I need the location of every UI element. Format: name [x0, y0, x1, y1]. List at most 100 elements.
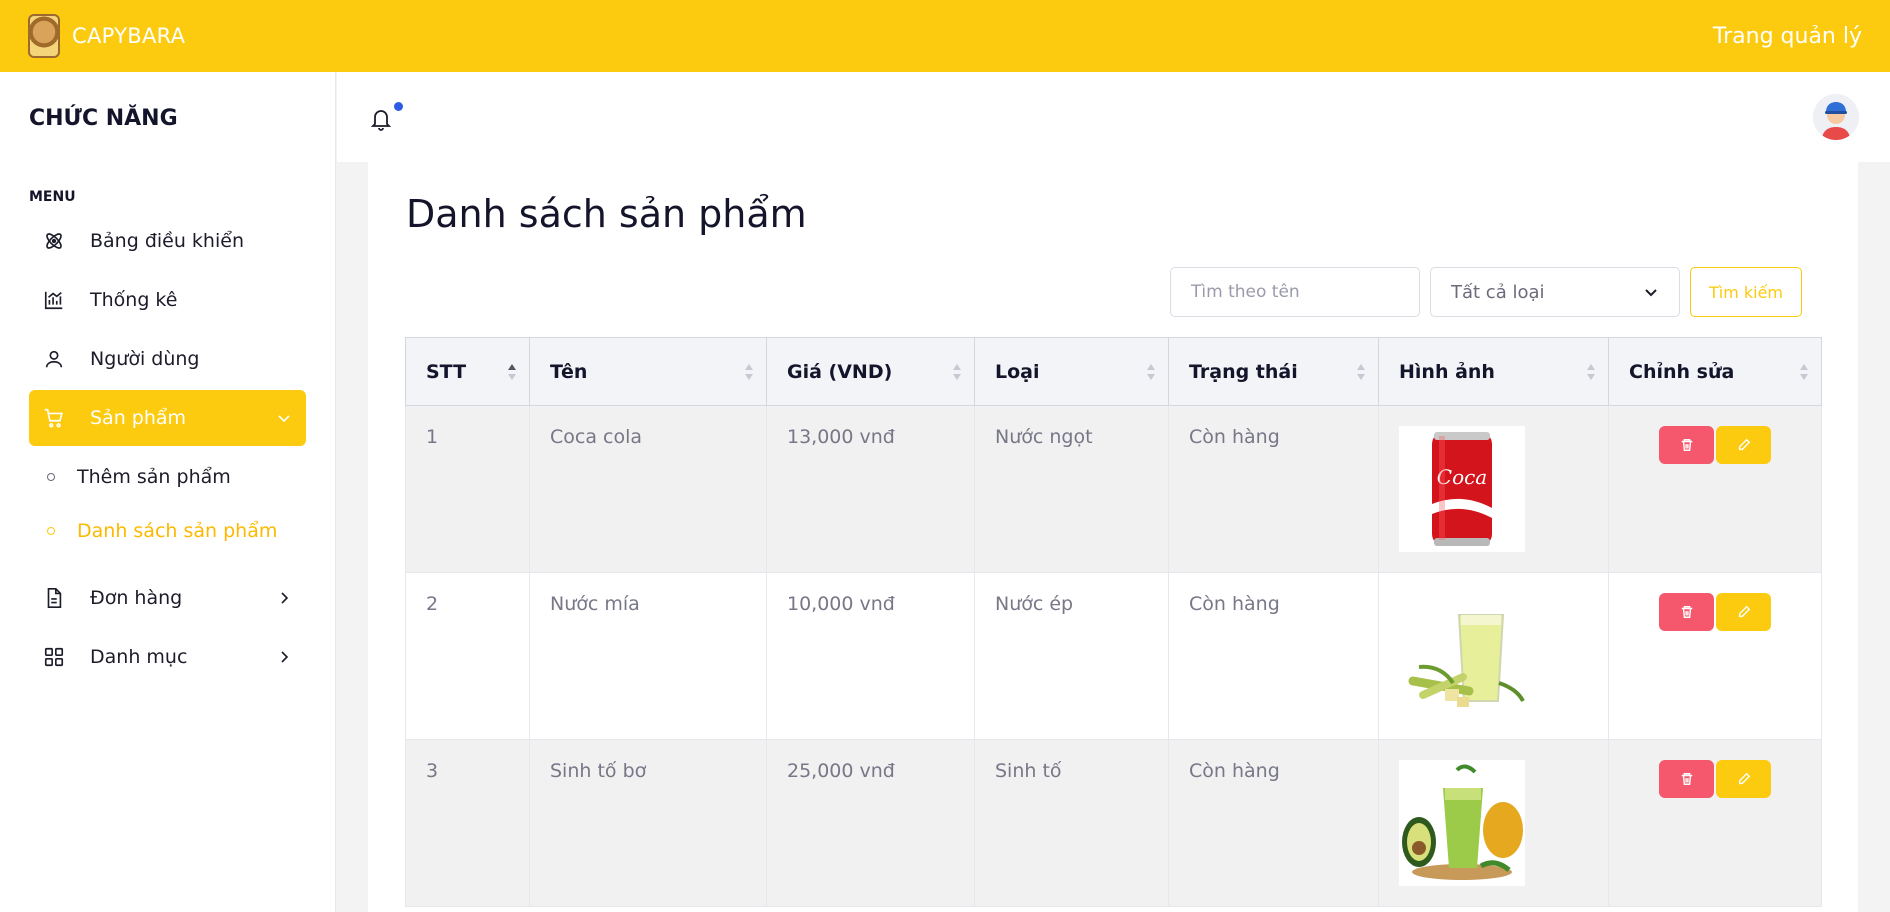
sort-icon — [1147, 364, 1155, 380]
menu-label: MENU — [29, 189, 76, 205]
top-bar: CAPYBARA Trang quản lý — [0, 0, 1890, 72]
product-table: STT Tên Giá (VND) Loại Trạng thái Hình ả… — [405, 337, 1822, 907]
column-header-type[interactable]: Loại — [974, 337, 1169, 406]
column-header-label: Giá (VND) — [787, 360, 893, 383]
pencil-icon — [1738, 438, 1750, 451]
column-header-label: STT — [426, 360, 467, 383]
sidebar-item-categories[interactable]: Danh mục — [29, 629, 306, 685]
column-header-name[interactable]: Tên — [529, 337, 767, 406]
sidebar: CHỨC NĂNG MENU Bảng điều khiển Thống kê … — [0, 72, 336, 912]
bell-icon[interactable] — [369, 106, 393, 132]
cell-type: Nước ép — [974, 572, 1169, 740]
column-header-label: Tên — [550, 360, 588, 383]
sidebar-menu: Bảng điều khiển Thống kê Người dùng Sản … — [29, 213, 306, 685]
sort-icon — [1357, 364, 1365, 380]
column-header-edit[interactable]: Chỉnh sửa — [1608, 337, 1822, 406]
cell-price: 25,000 vnđ — [766, 739, 975, 907]
cell-image — [1378, 572, 1609, 740]
sidebar-item-dashboard[interactable]: Bảng điều khiển — [29, 213, 306, 269]
cell-price: 10,000 vnđ — [766, 572, 975, 740]
cart-icon — [43, 407, 65, 429]
submenu-item-label: Thêm sản phẩm — [77, 466, 231, 488]
sidebar-item-label: Bảng điều khiển — [90, 230, 244, 252]
table-row: 2 Nước mía 10,000 vnđ Nước ép Còn hàng — [405, 572, 1822, 740]
sort-icon — [745, 364, 753, 380]
column-header-status[interactable]: Trạng thái — [1168, 337, 1379, 406]
brand-name: CAPYBARA — [72, 24, 186, 48]
notification-dot — [394, 102, 403, 111]
cell-actions — [1608, 739, 1822, 907]
sidebar-item-label: Đơn hàng — [90, 587, 183, 609]
page-title: Danh sách sản phẩm — [406, 192, 807, 236]
cell-actions — [1608, 405, 1822, 573]
sort-icon — [953, 364, 961, 380]
chevron-down-icon — [1645, 289, 1657, 297]
cell-image: Coca — [1378, 405, 1609, 573]
sidebar-item-label: Người dùng — [90, 348, 200, 370]
admin-page-title: Trang quản lý — [1712, 23, 1862, 49]
cell-actions — [1608, 572, 1822, 740]
cell-status: Còn hàng — [1168, 739, 1379, 907]
column-header-label: Loại — [995, 360, 1040, 383]
search-button[interactable]: Tìm kiếm — [1690, 267, 1802, 317]
product-image-avocado-smoothie — [1399, 760, 1525, 886]
products-submenu: Thêm sản phẩm Danh sách sản phẩm — [29, 450, 306, 558]
pencil-icon — [1738, 605, 1750, 618]
table-row: 1 Coca cola 13,000 vnđ Nước ngọt Còn hàn… — [405, 405, 1822, 573]
table-row: 3 Sinh tố bơ 25,000 vnđ Sinh tố Còn hàng — [405, 739, 1822, 907]
sidebar-item-products[interactable]: Sản phẩm — [29, 390, 306, 446]
sort-icon — [508, 364, 516, 380]
column-header-image[interactable]: Hình ảnh — [1378, 337, 1609, 406]
cell-stt: 2 — [405, 572, 530, 740]
sidebar-item-label: Danh mục — [90, 646, 188, 668]
chevron-right-icon — [281, 592, 289, 604]
cell-type: Nước ngọt — [974, 405, 1169, 573]
cell-image — [1378, 739, 1609, 907]
sidebar-heading: CHỨC NĂNG — [29, 106, 178, 131]
chevron-down-icon — [278, 415, 290, 423]
grid-icon — [43, 646, 65, 668]
trash-icon — [1681, 606, 1692, 618]
category-select-value: Tất cả loại — [1451, 281, 1545, 303]
product-image-coca-cola: Coca — [1399, 426, 1525, 552]
category-select[interactable]: Tất cả loại — [1430, 267, 1680, 317]
submenu-item-product-list[interactable]: Danh sách sản phẩm — [47, 504, 306, 558]
document-icon — [43, 587, 65, 609]
sidebar-item-orders[interactable]: Đơn hàng — [29, 570, 306, 626]
brand[interactable]: CAPYBARA — [28, 14, 185, 58]
column-header-price[interactable]: Giá (VND) — [766, 337, 975, 406]
content-header — [337, 72, 1890, 162]
cell-price: 13,000 vnđ — [766, 405, 975, 573]
submenu-item-add-product[interactable]: Thêm sản phẩm — [47, 450, 306, 504]
cell-stt: 1 — [405, 405, 530, 573]
cell-stt: 3 — [405, 739, 530, 907]
product-list-card: Danh sách sản phẩm Tất cả loại Tìm kiếm … — [368, 162, 1858, 912]
pencil-icon — [1738, 772, 1750, 785]
edit-button[interactable] — [1716, 593, 1771, 631]
chart-icon — [43, 289, 65, 311]
sidebar-item-label: Sản phẩm — [90, 407, 187, 429]
delete-button[interactable] — [1659, 426, 1714, 464]
delete-button[interactable] — [1659, 593, 1714, 631]
sidebar-item-statistics[interactable]: Thống kê — [29, 272, 306, 328]
search-input[interactable] — [1170, 267, 1420, 317]
delete-button[interactable] — [1659, 760, 1714, 798]
submenu-item-label: Danh sách sản phẩm — [77, 520, 278, 542]
edit-button[interactable] — [1716, 760, 1771, 798]
sidebar-item-users[interactable]: Người dùng — [29, 331, 306, 387]
edit-button[interactable] — [1716, 426, 1771, 464]
sort-icon — [1800, 364, 1808, 380]
product-image-sugarcane-juice — [1399, 593, 1525, 719]
cell-status: Còn hàng — [1168, 405, 1379, 573]
column-header-label: Trạng thái — [1189, 360, 1298, 383]
bullet-icon — [47, 473, 55, 481]
column-header-label: Chỉnh sửa — [1629, 360, 1735, 383]
column-header-stt[interactable]: STT — [405, 337, 530, 406]
cell-status: Còn hàng — [1168, 572, 1379, 740]
sort-icon — [1587, 364, 1595, 380]
filter-bar: Tất cả loại Tìm kiếm — [1170, 267, 1802, 317]
avatar[interactable] — [1813, 94, 1859, 140]
table-header-row: STT Tên Giá (VND) Loại Trạng thái Hình ả… — [405, 337, 1822, 406]
trash-icon — [1681, 439, 1692, 451]
dashboard-icon — [43, 230, 65, 252]
